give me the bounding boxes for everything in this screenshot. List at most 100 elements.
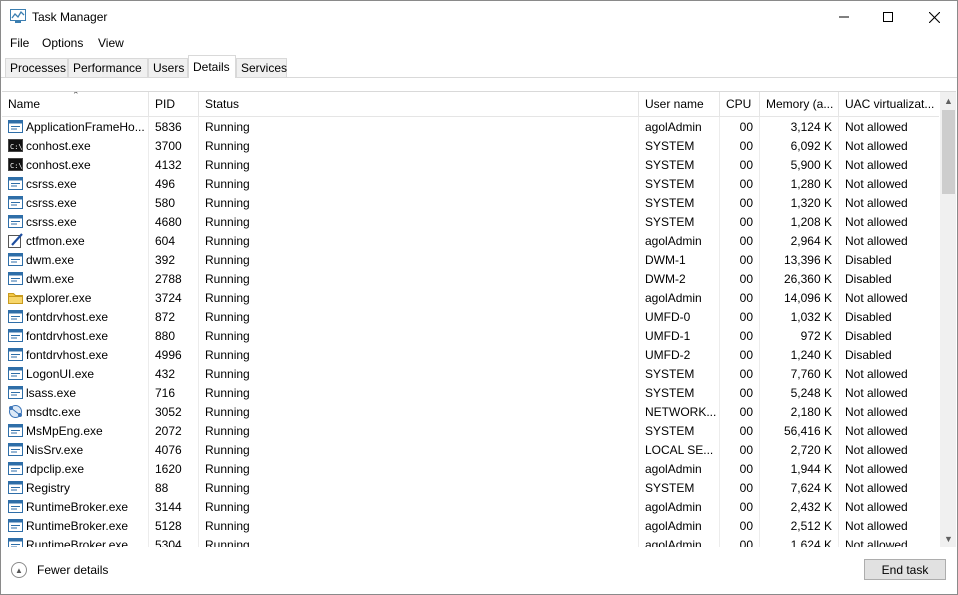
app-window-icon	[8, 519, 23, 532]
table-row[interactable]: rdpclip.exe 1620 Running agolAdmin 00 1,944 K…	[2, 459, 939, 478]
scroll-down-icon[interactable]: ▼	[940, 530, 956, 547]
cell-pid: 496	[149, 174, 199, 193]
tab-details[interactable]: Details	[188, 55, 236, 78]
cell-name: dwm.exe	[2, 269, 149, 288]
cell-cpu: 00	[720, 326, 760, 345]
cell-pid: 3724	[149, 288, 199, 307]
svg-text:C:\: C:\	[10, 162, 23, 170]
process-name: dwm.exe	[26, 272, 75, 286]
table-row[interactable]: Registry 88 Running SYSTEM 00 7,624 K Not allo…	[2, 478, 939, 497]
vertical-scrollbar[interactable]: ▲ ▼	[940, 92, 956, 547]
table-row[interactable]: C:\ conhost.exe 4132 Running SYSTEM 00 5,900 K…	[2, 155, 939, 174]
scroll-up-icon[interactable]: ▲	[940, 92, 956, 109]
cell-pid: 4680	[149, 212, 199, 231]
table-row[interactable]: ctfmon.exe 604 Running agolAdmin 00 2,964 K No…	[2, 231, 939, 250]
tab-users[interactable]: Users	[148, 58, 188, 77]
table-row[interactable]: explorer.exe 3724 Running agolAdmin 00 14,096…	[2, 288, 939, 307]
menu-options[interactable]: Options	[42, 36, 83, 50]
close-button[interactable]	[911, 1, 957, 33]
table-row[interactable]: msdtc.exe 3052 Running NETWORK... 00 2,180 K N…	[2, 402, 939, 421]
cell-pid: 1620	[149, 459, 199, 478]
minimize-button[interactable]	[821, 1, 867, 33]
app-window-icon	[8, 272, 23, 285]
cell-cpu: 00	[720, 459, 760, 478]
table-row[interactable]: RuntimeBroker.exe 5128 Running agolAdmin 00 2…	[2, 516, 939, 535]
process-name: conhost.exe	[26, 158, 91, 172]
table-row[interactable]: LogonUI.exe 432 Running SYSTEM 00 7,760 K Not …	[2, 364, 939, 383]
column-header-pid[interactable]: PID	[149, 92, 199, 116]
cell-name: ctfmon.exe	[2, 231, 149, 250]
process-name: Registry	[26, 481, 71, 495]
cell-memory: 13,396 K	[760, 250, 839, 269]
process-name: NisSrv.exe	[26, 443, 84, 457]
table-row[interactable]: NisSrv.exe 4076 Running LOCAL SE... 00 2,720 …	[2, 440, 939, 459]
cell-uac: Not allowed	[845, 405, 908, 419]
cell-user: SYSTEM	[639, 136, 720, 155]
process-name: LogonUI.exe	[26, 367, 95, 381]
column-header-user[interactable]: User name	[639, 92, 720, 116]
fewer-details-button[interactable]: ▲ Fewer details	[11, 560, 108, 580]
cell-user: SYSTEM	[639, 193, 720, 212]
process-name: dwm.exe	[26, 253, 75, 267]
tab-processes[interactable]: Processes	[5, 58, 68, 77]
cell-name: C:\ conhost.exe	[2, 136, 149, 155]
cell-uac: Not allowed	[845, 462, 908, 476]
app-window-icon	[8, 443, 23, 456]
table-row[interactable]: fontdrvhost.exe 4996 Running UMFD-2 00 1,240 …	[2, 345, 939, 364]
cell-uac: Not allowed	[845, 234, 908, 248]
table-row[interactable]: dwm.exe 392 Running DWM-1 00 13,396 K Disabled	[2, 250, 939, 269]
table-row[interactable]: C:\ conhost.exe 3700 Running SYSTEM 00 6,092 K…	[2, 136, 939, 155]
table-row[interactable]: csrss.exe 496 Running SYSTEM 00 1,280 K Not al…	[2, 174, 939, 193]
cell-uac: Disabled	[845, 253, 892, 267]
cell-name: fontdrvhost.exe	[2, 326, 149, 345]
column-header-uac[interactable]: UAC virtualizat...	[839, 92, 939, 116]
menu-view[interactable]: View	[98, 36, 124, 50]
cell-name: explorer.exe	[2, 288, 149, 307]
maximize-icon	[883, 12, 893, 22]
table-row[interactable]: csrss.exe 580 Running SYSTEM 00 1,320 K Not al…	[2, 193, 939, 212]
cell-uac: Disabled	[845, 272, 892, 286]
cell-name: RuntimeBroker.exe	[2, 497, 149, 516]
cell-memory: 1,032 K	[760, 307, 839, 326]
table-row[interactable]: RuntimeBroker.exe 3144 Running agolAdmin 00 2…	[2, 497, 939, 516]
cell-memory: 5,900 K	[760, 155, 839, 174]
cell-uac: Not allowed	[845, 158, 908, 172]
column-header-memory[interactable]: Memory (a...	[760, 92, 839, 116]
menu-file[interactable]: File	[10, 36, 29, 50]
cell-status: Running	[199, 193, 639, 212]
table-row[interactable]: ApplicationFrameHo... 5836 Running agolAdmi…	[2, 117, 939, 136]
table-row[interactable]: fontdrvhost.exe 880 Running UMFD-1 00 972 K Di…	[2, 326, 939, 345]
cell-cpu: 00	[720, 250, 760, 269]
table-row[interactable]: csrss.exe 4680 Running SYSTEM 00 1,208 K Not a…	[2, 212, 939, 231]
table-row[interactable]: lsass.exe 716 Running SYSTEM 00 5,248 K Not al…	[2, 383, 939, 402]
cell-pid: 716	[149, 383, 199, 402]
end-task-button[interactable]: End task	[864, 559, 946, 580]
task-manager-icon	[10, 9, 26, 23]
column-header-label: Name	[8, 97, 41, 111]
table-row[interactable]: fontdrvhost.exe 872 Running UMFD-0 00 1,032 K…	[2, 307, 939, 326]
cell-cpu: 00	[720, 155, 760, 174]
cell-user: SYSTEM	[639, 155, 720, 174]
maximize-button[interactable]	[865, 1, 911, 33]
cell-status: Running	[199, 155, 639, 174]
tab-services[interactable]: Services	[236, 58, 287, 77]
cell-cpu: 00	[720, 516, 760, 535]
tab-performance[interactable]: Performance	[68, 58, 148, 77]
cell-status: Running	[199, 497, 639, 516]
cell-memory: 26,360 K	[760, 269, 839, 288]
column-header-status[interactable]: Status	[199, 92, 639, 116]
cell-status: Running	[199, 459, 639, 478]
cell-memory: 3,124 K	[760, 117, 839, 136]
column-header-cpu[interactable]: CPU	[720, 92, 760, 116]
cell-name: lsass.exe	[2, 383, 149, 402]
cell-pid: 392	[149, 250, 199, 269]
table-row[interactable]: MsMpEng.exe 2072 Running SYSTEM 00 56,416 K No…	[2, 421, 939, 440]
fewer-details-label: Fewer details	[37, 563, 109, 577]
scroll-thumb[interactable]	[942, 110, 955, 194]
cell-uac: Not allowed	[845, 424, 908, 438]
process-name: ApplicationFrameHo...	[26, 120, 145, 134]
app-window-icon	[8, 481, 23, 494]
table-row[interactable]: dwm.exe 2788 Running DWM-2 00 26,360 K Disable…	[2, 269, 939, 288]
cell-status: Running	[199, 117, 639, 136]
column-header-name[interactable]: ⌃ Name	[2, 92, 149, 116]
